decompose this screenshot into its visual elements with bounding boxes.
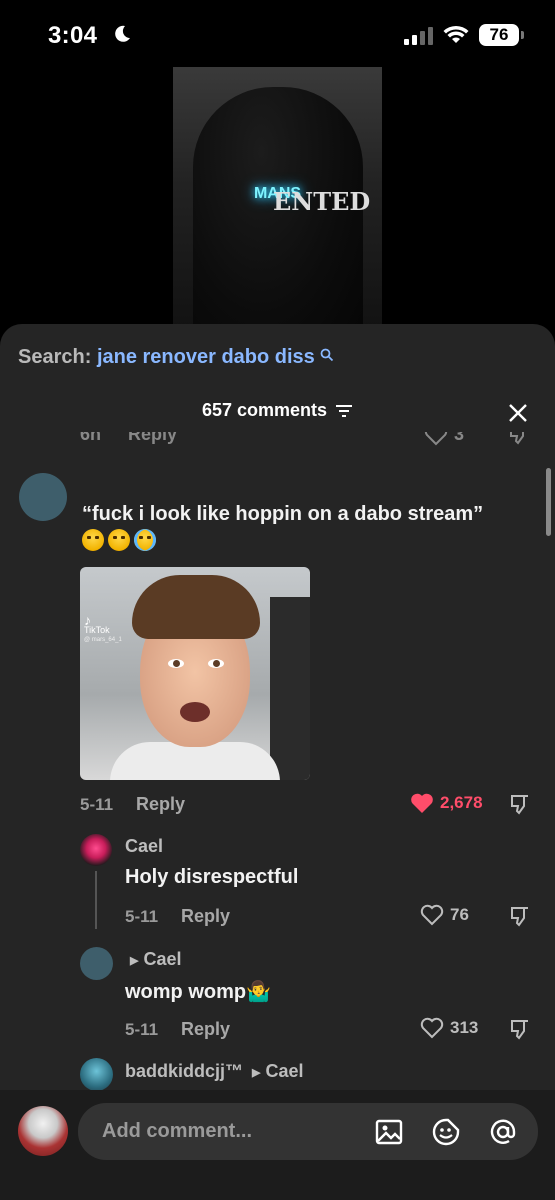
heart-outline-icon[interactable] xyxy=(424,432,448,446)
reply-to-name: Cael xyxy=(143,949,182,969)
reply-username[interactable]: Cael xyxy=(125,836,163,857)
clipped-date: 6h xyxy=(80,432,102,444)
weary-face-emoji-icon xyxy=(108,529,130,551)
person-eye xyxy=(168,659,184,668)
comment-video-attachment[interactable]: ♪ TikTok @ mars_64_1 xyxy=(80,567,310,780)
tiktok-brand: TikTok xyxy=(84,625,110,635)
reply-button[interactable]: Reply xyxy=(136,794,185,815)
person-eye xyxy=(208,659,224,668)
tiktok-watermark: ♪ TikTok @ mars_64_1 xyxy=(84,612,122,645)
comment-composer-bar: Add comment... xyxy=(0,1090,555,1200)
heart-filled-icon xyxy=(411,793,433,813)
reply-header[interactable]: baddkiddcjj™ ▶ Cael xyxy=(125,1061,304,1082)
status-bar: 3:04 76 xyxy=(0,0,555,70)
like-count: 76 xyxy=(450,905,469,924)
emoji-sticker-icon[interactable] xyxy=(431,1117,461,1147)
loudly-crying-face-emoji-icon xyxy=(134,529,156,551)
person-mouth xyxy=(180,702,210,722)
like-button[interactable]: 2,678 xyxy=(410,792,483,814)
reply-arrow-icon: ▶ xyxy=(130,954,139,967)
reply-button[interactable]: Reply xyxy=(181,906,230,927)
reply-date: 5-11 xyxy=(125,1020,159,1039)
reply-avatar[interactable] xyxy=(80,1058,113,1091)
reply-arrow-icon: ▶ xyxy=(252,1066,261,1079)
tiktok-handle: @ mars_64_1 xyxy=(84,637,122,643)
search-query[interactable]: jane renover dabo diss xyxy=(97,346,315,368)
comments-count: 657 comments xyxy=(201,400,328,420)
person-hair xyxy=(132,575,260,639)
cellular-signal-icon xyxy=(404,27,433,45)
my-avatar[interactable] xyxy=(18,1106,68,1156)
heart-outline-icon xyxy=(420,1017,444,1039)
comments-sheet: Search: jane renover dabo diss 657 comme… xyxy=(0,324,555,1200)
like-count: 313 xyxy=(450,1018,479,1037)
reply-text: womp womp🤷‍♂️ xyxy=(125,981,272,1003)
reply-avatar[interactable] xyxy=(80,947,113,980)
dislike-icon[interactable] xyxy=(508,792,532,816)
like-button[interactable]: 313 xyxy=(420,1017,478,1039)
like-count: 2,678 xyxy=(440,793,483,812)
clipped-reply[interactable]: Reply xyxy=(128,432,177,445)
mention-icon[interactable] xyxy=(488,1117,518,1147)
reply-username: baddkiddcjj™ xyxy=(125,1061,244,1081)
reply-button[interactable]: Reply xyxy=(181,1019,230,1040)
comment-date: 5-11 xyxy=(80,795,114,814)
dislike-icon[interactable] xyxy=(508,1017,532,1041)
commenter-avatar[interactable] xyxy=(19,473,67,521)
search-label: Search: xyxy=(18,346,92,368)
comment-text: “fuck i look like hoppin on a dabo strea… xyxy=(82,503,484,525)
heart-outline-icon xyxy=(420,904,444,926)
background-fridge xyxy=(270,597,310,780)
filter-icon[interactable] xyxy=(335,404,353,418)
clipped-likes: 3 xyxy=(454,432,465,444)
add-comment-input[interactable]: Add comment... xyxy=(78,1103,538,1160)
wifi-icon xyxy=(443,25,469,43)
emoji-row xyxy=(82,529,156,551)
video-preview[interactable]: MANS ENTED xyxy=(173,67,382,329)
comment-placeholder: Add comment... xyxy=(102,1120,253,1142)
search-suggestion[interactable]: Search: jane renover dabo diss xyxy=(18,346,334,369)
status-time: 3:04 xyxy=(48,22,98,49)
person-shirt xyxy=(110,742,280,780)
reply-to-label[interactable]: ▶ Cael xyxy=(130,949,182,970)
dislike-icon[interactable] xyxy=(508,904,532,928)
search-icon xyxy=(320,348,334,362)
reply-date: 5-11 xyxy=(125,907,159,926)
reply-avatar[interactable] xyxy=(80,834,112,866)
scrollbar[interactable] xyxy=(546,468,551,536)
video-shirt-text: ENTED xyxy=(273,187,371,216)
reply-to-name: Cael xyxy=(265,1061,304,1081)
reply-text: Holy disrespectful xyxy=(125,866,299,888)
clipped-comment-meta: 6h Reply 3 xyxy=(0,432,555,450)
like-button[interactable]: 76 xyxy=(420,904,469,926)
weary-face-emoji-icon xyxy=(82,529,104,551)
battery-indicator: 76 xyxy=(479,24,524,46)
do-not-disturb-moon-icon xyxy=(115,25,130,42)
tiktok-logo-icon: ♪ xyxy=(84,612,91,628)
close-icon[interactable] xyxy=(507,402,529,424)
dislike-icon[interactable] xyxy=(507,432,531,446)
comments-count-header[interactable]: 657 comments xyxy=(0,400,555,421)
image-icon[interactable] xyxy=(374,1117,404,1147)
thread-line xyxy=(95,871,97,929)
